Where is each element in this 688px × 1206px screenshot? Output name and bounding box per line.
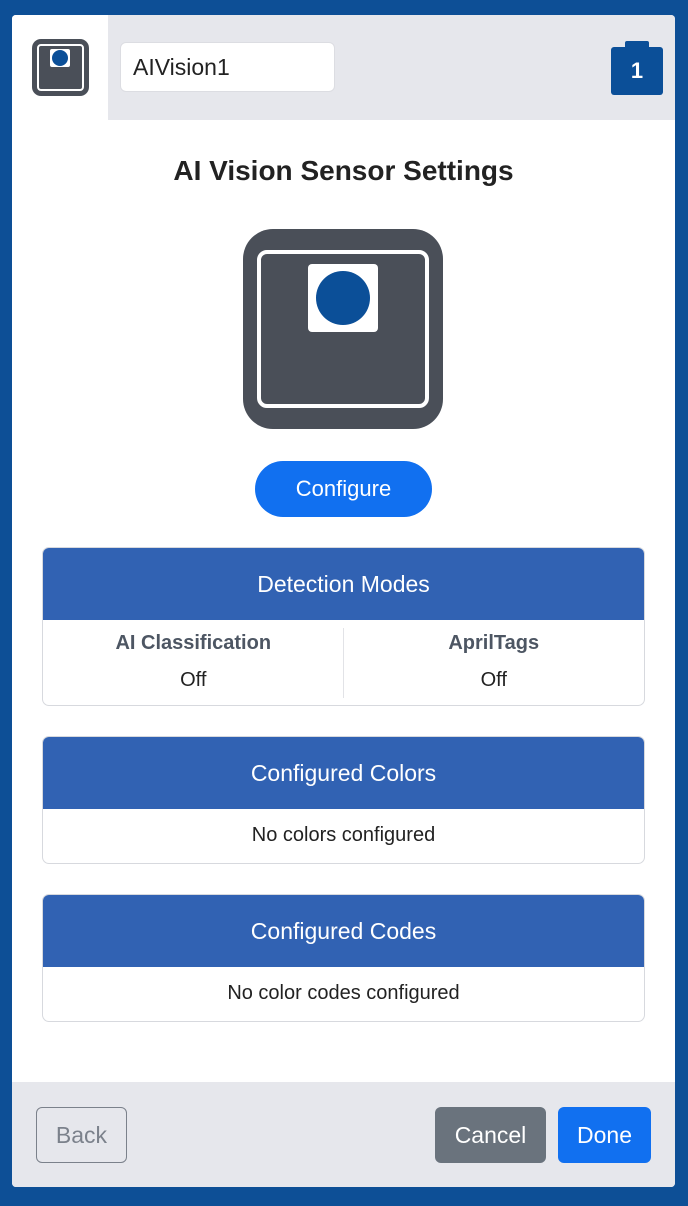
back-button[interactable]: Back [36, 1107, 127, 1163]
dialog-footer: Back Cancel Done [12, 1082, 675, 1187]
detection-modes-header: Detection Modes [43, 548, 644, 620]
configured-colors-card: Configured Colors No colors configured [42, 736, 645, 864]
ai-vision-sensor-icon [32, 39, 89, 96]
configured-colors-header: Configured Colors [43, 737, 644, 809]
mode-ai-classification: AI Classification Off [43, 620, 344, 705]
mode-label: AI Classification [115, 632, 272, 654]
cancel-button[interactable]: Cancel [435, 1107, 546, 1163]
mode-label: AprilTags [448, 632, 540, 654]
page-title: AI Vision Sensor Settings [173, 155, 514, 186]
mode-value: Off [480, 669, 507, 691]
configured-codes-empty: No color codes configured [227, 982, 460, 1004]
device-name-input[interactable] [120, 42, 335, 92]
device-tab[interactable] [12, 15, 108, 120]
sensor-settings-dialog: 1 AI Vision Sensor Settings Configure De… [12, 15, 675, 1187]
dialog-header: 1 [12, 15, 675, 120]
configure-button[interactable]: Configure [255, 461, 432, 517]
configured-colors-empty: No colors configured [251, 824, 436, 846]
detection-modes-card: Detection Modes AI Classification Off Ap… [42, 547, 645, 706]
port-number: 1 [611, 47, 663, 95]
configured-codes-card: Configured Codes No color codes configur… [42, 894, 645, 1022]
done-button[interactable]: Done [558, 1107, 651, 1163]
port-badge[interactable]: 1 [611, 41, 663, 95]
mode-value: Off [180, 669, 207, 691]
mode-apriltags: AprilTags Off [344, 620, 645, 705]
detection-modes-row: AI Classification Off AprilTags Off [43, 620, 645, 705]
ai-vision-sensor-image [243, 229, 443, 429]
camera-lens-icon [316, 271, 370, 325]
configured-codes-header: Configured Codes [43, 895, 644, 967]
